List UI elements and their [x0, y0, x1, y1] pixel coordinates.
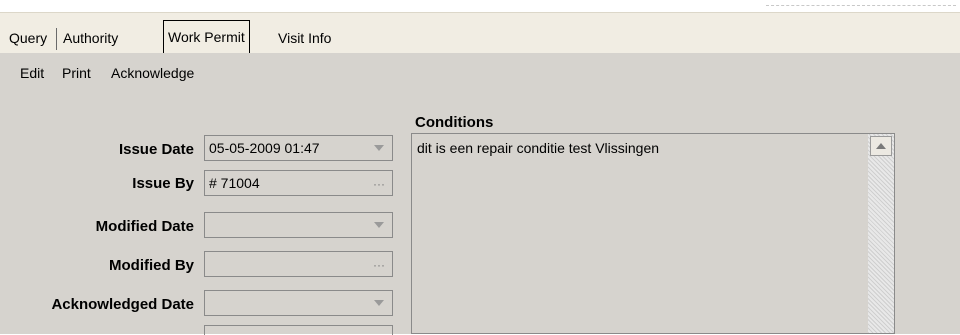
- modified-by-label: Modified By: [109, 257, 194, 274]
- issue-date-field[interactable]: 05-05-2009 01:47: [204, 135, 393, 161]
- chevron-down-icon[interactable]: [374, 145, 384, 151]
- conditions-text: dit is een repair conditie test Vlissing…: [417, 140, 660, 156]
- tab-separator: [56, 28, 57, 50]
- modified-date-label: Modified Date: [95, 218, 194, 235]
- top-dotted-line: [766, 5, 956, 6]
- tab-authority[interactable]: Authority: [61, 25, 120, 51]
- issue-by-value: # 71004: [209, 175, 260, 191]
- conditions-textarea[interactable]: dit is een repair conditie test Vlissing…: [411, 133, 895, 334]
- menu-acknowledge[interactable]: Acknowledge: [111, 65, 194, 81]
- chevron-down-icon[interactable]: [374, 222, 384, 228]
- ellipsis-icon[interactable]: ···: [373, 258, 385, 272]
- tab-work-permit[interactable]: Work Permit: [163, 20, 250, 55]
- chevron-down-icon[interactable]: [374, 300, 384, 306]
- vertical-scrollbar[interactable]: [868, 134, 894, 333]
- top-strip: [0, 0, 960, 12]
- issue-date-label: Issue Date: [118, 141, 194, 158]
- scroll-up-button[interactable]: [870, 136, 892, 156]
- tab-bar: Query Authority Work Permit Visit Info: [0, 12, 960, 55]
- scroll-up-arrow-icon: [876, 143, 886, 149]
- issue-by-field[interactable]: # 71004 ···: [204, 170, 393, 196]
- issue-by-label: Issue By: [132, 175, 194, 192]
- acknowledged-date-field[interactable]: [204, 290, 393, 316]
- modified-date-field[interactable]: [204, 212, 393, 238]
- issue-date-value: 05-05-2009 01:47: [209, 140, 320, 156]
- acknowledged-date-label: Acknowledged Date: [51, 296, 194, 313]
- tab-visit-info[interactable]: Visit Info: [276, 25, 333, 51]
- work-permit-panel: Edit Print Acknowledge Issue Date 05-05-…: [0, 53, 960, 335]
- menu-edit[interactable]: Edit: [20, 65, 44, 81]
- tab-query[interactable]: Query: [7, 25, 49, 51]
- conditions-title: Conditions: [415, 114, 494, 131]
- modified-by-field[interactable]: ···: [204, 251, 393, 277]
- menu-print[interactable]: Print: [62, 65, 91, 81]
- ellipsis-icon[interactable]: ···: [373, 177, 385, 191]
- menu-bar: Edit Print Acknowledge: [0, 53, 960, 93]
